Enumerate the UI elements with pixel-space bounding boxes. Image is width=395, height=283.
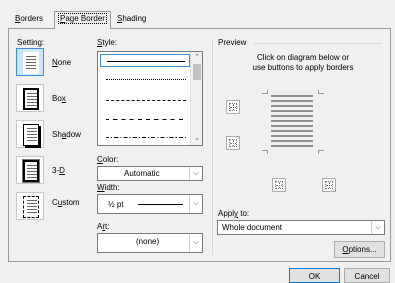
apply-to-dropdown[interactable]: Whole document ⌵: [217, 220, 385, 235]
bottom-border-button[interactable]: [226, 136, 240, 150]
setting-custom-label[interactable]: Custom: [52, 198, 80, 208]
scroll-down-icon[interactable]: ⌄: [191, 133, 203, 145]
art-label: Art:: [97, 222, 110, 231]
corner-mark: [262, 150, 268, 154]
scroll-up-icon[interactable]: ⌃: [191, 52, 203, 64]
right-border-icon: [325, 181, 333, 189]
setting-shadow-label[interactable]: Shadow: [52, 130, 81, 140]
art-dropdown[interactable]: (none) ⌵: [97, 233, 203, 253]
setting-shadow-icon[interactable]: [16, 120, 44, 148]
setting-label: Setting:: [17, 38, 45, 47]
bottom-border-icon: [229, 139, 237, 147]
style-dash-dot[interactable]: [100, 131, 190, 144]
cancel-button[interactable]: Cancel: [344, 268, 390, 283]
options-button[interactable]: Options...: [334, 241, 385, 258]
tab-borders[interactable]: Borders: [12, 12, 46, 28]
width-label: Width:: [97, 183, 120, 192]
tab-shading[interactable]: Shading: [114, 12, 149, 28]
style-dashed-small[interactable]: [100, 94, 190, 107]
setting-none-label[interactable]: None: [52, 58, 71, 68]
top-border-button[interactable]: [226, 100, 240, 114]
preview-label: Preview: [218, 38, 247, 47]
setting-custom-icon[interactable]: [16, 192, 44, 220]
left-border-icon: [275, 181, 283, 189]
color-dropdown[interactable]: Automatic ⌵: [97, 166, 203, 181]
ok-button[interactable]: OK: [289, 268, 340, 283]
chevron-down-icon[interactable]: ⌵: [189, 195, 202, 213]
style-scrollbar[interactable]: ⌃ ⌄: [190, 52, 202, 145]
chevron-down-icon[interactable]: ⌵: [189, 167, 202, 180]
chevron-down-icon[interactable]: ⌵: [189, 234, 202, 252]
corner-mark: [262, 90, 268, 94]
apply-to-value: Whole document: [222, 223, 283, 232]
tab-page-border[interactable]: Page Border: [54, 11, 111, 29]
chevron-down-icon[interactable]: ⌵: [371, 221, 384, 234]
width-line-sample: [138, 204, 183, 205]
section-divider: [212, 40, 213, 255]
setting-box-label[interactable]: Box: [52, 94, 66, 104]
preview-instruction-2: use buttons to apply borders: [252, 63, 354, 72]
width-dropdown[interactable]: ½ pt ⌵: [97, 194, 203, 214]
page-none-icon: [23, 52, 39, 74]
preview-instruction-1: Click on diagram below or: [256, 53, 350, 62]
color-label: Color:: [97, 155, 119, 164]
right-border-button[interactable]: [322, 178, 336, 192]
page-shadow-icon: [23, 124, 39, 146]
corner-mark: [318, 90, 324, 94]
width-value: ½ pt: [108, 200, 124, 209]
scroll-thumb[interactable]: [193, 64, 201, 80]
page-box-icon: [23, 88, 39, 110]
art-value: (none): [136, 237, 160, 246]
setting-3d-label[interactable]: 3-D: [52, 166, 65, 176]
page-3d-icon: [22, 159, 40, 183]
style-label: Style:: [97, 38, 118, 47]
style-solid[interactable]: [100, 54, 190, 67]
setting-none-icon[interactable]: [16, 48, 44, 76]
corner-mark: [318, 150, 324, 154]
setting-box-icon[interactable]: [16, 84, 44, 112]
page-custom-icon: [23, 196, 39, 218]
left-border-button[interactable]: [272, 178, 286, 192]
style-dotted[interactable]: [100, 73, 190, 86]
preview-divider: [254, 43, 382, 44]
style-list[interactable]: ⌃ ⌄: [97, 51, 203, 146]
color-value: Automatic: [124, 169, 160, 178]
apply-to-label: Apply to:: [218, 209, 250, 218]
style-dashed-large[interactable]: [100, 113, 190, 126]
setting-3d-icon[interactable]: [16, 156, 44, 184]
top-border-icon: [229, 103, 237, 111]
